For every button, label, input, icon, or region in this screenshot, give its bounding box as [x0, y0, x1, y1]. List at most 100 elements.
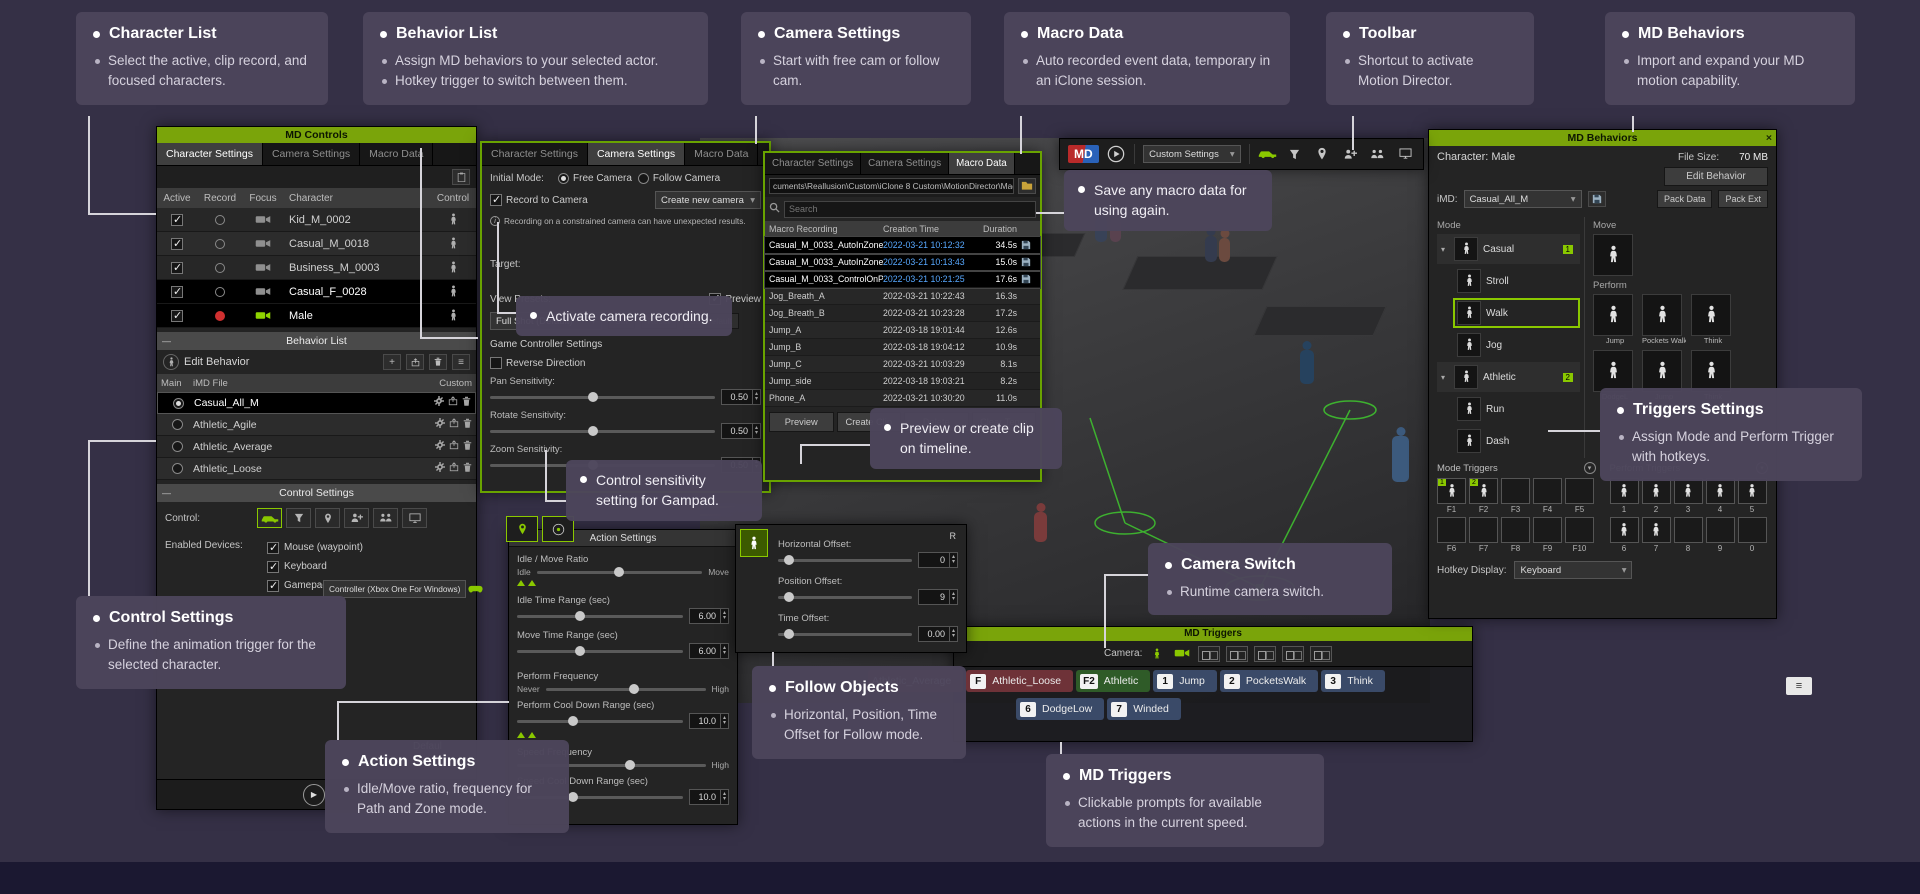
- save-macro-icon[interactable]: [1021, 257, 1031, 267]
- offset-slider[interactable]: [778, 633, 912, 636]
- value-spinner[interactable]: 6.00: [689, 608, 729, 624]
- mode-trigger-cell[interactable]: F10: [1565, 517, 1594, 553]
- record-toggle[interactable]: [215, 287, 225, 297]
- active-checkbox[interactable]: [171, 262, 183, 274]
- activate-md-play-button[interactable]: [1107, 143, 1127, 165]
- tab[interactable]: Macro Data: [949, 153, 1015, 174]
- expand-arrow-icon[interactable]: ▾: [1441, 373, 1449, 382]
- trash-icon[interactable]: [463, 418, 472, 432]
- tab[interactable]: Character Settings: [482, 143, 588, 165]
- perform-trigger-cell[interactable]: 5: [1738, 478, 1767, 514]
- gear-icon[interactable]: [435, 440, 445, 454]
- save-imd-icon[interactable]: [1588, 191, 1606, 207]
- offset-spinner[interactable]: 0.00: [918, 626, 958, 642]
- gear-icon[interactable]: [434, 396, 444, 410]
- character-row[interactable]: Male: [157, 304, 476, 328]
- sensitivity-spinner[interactable]: 0.50: [721, 423, 761, 439]
- focus-camera-icon[interactable]: [255, 310, 271, 321]
- range-marker[interactable]: [517, 732, 525, 738]
- record-toggle[interactable]: [215, 263, 225, 273]
- value-spinner[interactable]: 10.0: [689, 713, 729, 729]
- perform-trigger-cell[interactable]: 8: [1674, 517, 1703, 553]
- active-checkbox[interactable]: [171, 310, 183, 322]
- range-marker[interactable]: [528, 580, 536, 586]
- tab[interactable]: Character Settings: [157, 143, 263, 165]
- camera-preset-button[interactable]: [1226, 646, 1248, 662]
- reset-label[interactable]: R: [950, 531, 957, 541]
- reverse-direction-checkbox[interactable]: Reverse Direction: [490, 357, 761, 369]
- mode-tree-row[interactable]: ▾ Casual 1: [1437, 234, 1580, 264]
- follow-camera-radio[interactable]: Follow Camera: [638, 173, 720, 184]
- perform-trigger-cell[interactable]: 4: [1706, 478, 1735, 514]
- delete-behavior-icon[interactable]: [429, 354, 447, 370]
- hotkey-display-dropdown[interactable]: Keyboard: [1514, 561, 1632, 579]
- focus-camera-icon[interactable]: [255, 238, 271, 249]
- control-person-icon[interactable]: [449, 309, 458, 322]
- device-checkbox[interactable]: [267, 542, 279, 554]
- trigger-chip[interactable]: 7 Winded: [1107, 698, 1181, 720]
- control-person-icon[interactable]: [449, 213, 458, 226]
- edit-behavior-label[interactable]: Edit Behavior: [184, 356, 249, 368]
- macro-row[interactable]: Jump_A 2022-03-18 19:01:44 12.6s: [765, 322, 1040, 339]
- mode-trigger-cell[interactable]: F9: [1533, 517, 1562, 553]
- behavior-row[interactable]: Athletic_Agile: [157, 414, 476, 436]
- behavior-row[interactable]: Casual_All_M: [157, 392, 476, 414]
- range-slider[interactable]: [517, 650, 683, 653]
- macro-row[interactable]: Phone_A 2022-03-21 10:30:20 11.0s: [765, 390, 1040, 407]
- mode-trigger-cell[interactable]: 1 F1: [1437, 478, 1466, 514]
- collapse-button[interactable]: —: [162, 332, 171, 350]
- character-row[interactable]: Casual_M_0018: [157, 232, 476, 256]
- control-person-icon[interactable]: [449, 285, 458, 298]
- perform-trigger-cell[interactable]: 7: [1642, 517, 1671, 553]
- mode-tree-row[interactable]: ▾ Walk: [1453, 298, 1580, 328]
- perform-trigger-cell[interactable]: 3: [1674, 478, 1703, 514]
- macro-row[interactable]: Jump_B 2022-03-18 19:04:12 10.9s: [765, 339, 1040, 356]
- perform-trigger-cell[interactable]: 0: [1738, 517, 1767, 553]
- follow-camera-icon[interactable]: [1148, 643, 1166, 665]
- trigger-chip[interactable]: 1 Jump: [1153, 670, 1217, 692]
- mode-trigger-cell[interactable]: F8: [1501, 517, 1530, 553]
- collapse-button[interactable]: —: [162, 484, 171, 502]
- imd-dropdown[interactable]: Casual_All_M: [1464, 190, 1582, 208]
- macro-row[interactable]: Casual_M_0033_ControlOnPath 2022-03-21 1…: [765, 271, 1040, 288]
- range-slider[interactable]: [517, 615, 683, 618]
- trigger-chip[interactable]: 3 Think: [1321, 670, 1385, 692]
- macro-action-button[interactable]: Preview: [769, 412, 834, 432]
- search-input[interactable]: [784, 201, 1036, 218]
- behavior-row[interactable]: Athletic_Average: [157, 436, 476, 458]
- export-icon[interactable]: [449, 462, 459, 476]
- main-behavior-radio[interactable]: [172, 441, 183, 452]
- record-to-camera-checkbox[interactable]: Record to Camera: [490, 194, 588, 206]
- trigger-chip[interactable]: 2 PocketsWalk: [1220, 670, 1318, 692]
- cooldown-slider[interactable]: [517, 720, 683, 723]
- active-checkbox[interactable]: [171, 286, 183, 298]
- main-behavior-radio[interactable]: [173, 398, 184, 409]
- sensitivity-slider[interactable]: [490, 396, 715, 399]
- pack-ext-button[interactable]: Pack Ext: [1718, 190, 1768, 208]
- perform-trigger-cell[interactable]: 2: [1642, 478, 1671, 514]
- mode-trigger-cell[interactable]: F6: [1437, 517, 1466, 553]
- mode-tree-row[interactable]: ▾ Jog: [1453, 330, 1580, 360]
- behavior-person-icon[interactable]: [163, 354, 179, 370]
- gear-icon[interactable]: [435, 462, 445, 476]
- mode-trigger-cell[interactable]: F3: [1501, 478, 1530, 514]
- edit-behavior-button[interactable]: Edit Behavior: [1664, 167, 1768, 186]
- crowd-control-button[interactable]: [373, 508, 398, 528]
- expand-arrow-icon[interactable]: ▾: [1441, 245, 1449, 254]
- device-checkbox-row[interactable]: Keyboard: [267, 557, 468, 576]
- tab[interactable]: Camera Settings: [861, 153, 949, 174]
- character-row[interactable]: Business_M_0003: [157, 256, 476, 280]
- macro-row[interactable]: Casual_M_0033_AutoInZone 2022-03-21 10:1…: [765, 254, 1040, 271]
- device-checkbox[interactable]: [267, 580, 279, 592]
- active-checkbox[interactable]: [171, 214, 183, 226]
- export-icon[interactable]: [448, 396, 458, 410]
- range-marker[interactable]: [528, 732, 536, 738]
- vehicle-control-button[interactable]: [257, 508, 282, 528]
- panel-layout-icon[interactable]: [1395, 143, 1415, 165]
- macro-row[interactable]: Jump_C 2022-03-21 10:03:29 8.1s: [765, 356, 1040, 373]
- filter-icon[interactable]: [1285, 143, 1305, 165]
- tab[interactable]: Character Settings: [765, 153, 861, 174]
- camera-preset-button[interactable]: [1198, 646, 1220, 662]
- record-toggle[interactable]: [215, 311, 225, 321]
- perform-trigger-cell[interactable]: 9: [1706, 517, 1735, 553]
